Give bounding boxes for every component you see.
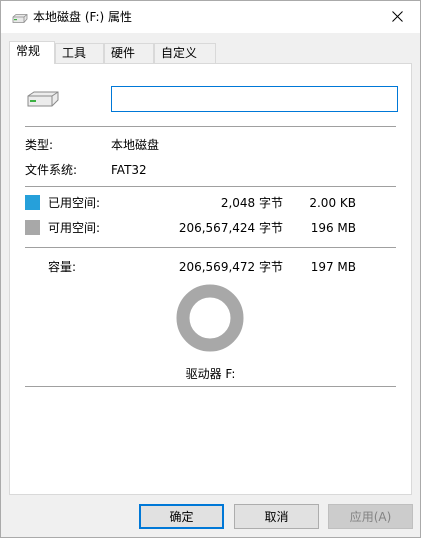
tab-hardware[interactable]: 硬件: [104, 43, 154, 63]
free-space-bytes: 206,567,424 字节: [178, 221, 283, 235]
general-panel: 类型: 本地磁盘 文件系统: FAT32 已用空间: 2,048 字节 2.00…: [9, 63, 412, 495]
tab-customize[interactable]: 自定义: [154, 43, 216, 63]
separator: [25, 386, 396, 387]
usage-donut-chart: [176, 284, 244, 352]
used-space-bytes: 2,048 字节: [220, 196, 283, 210]
type-value: 本地磁盘: [111, 138, 160, 152]
properties-window: 本地磁盘 (F:) 属性 常规 工具 硬件 自定义 类型: 本地磁盘 文件系统:…: [0, 0, 421, 538]
filesystem-label: 文件系统:: [25, 163, 78, 177]
close-icon: [391, 11, 403, 22]
close-button[interactable]: [374, 1, 420, 32]
cancel-button[interactable]: 取消: [234, 504, 319, 529]
capacity-label: 容量:: [48, 260, 77, 274]
free-space-swatch: [25, 220, 40, 235]
drive-caption: 驱动器 F:: [185, 367, 236, 381]
used-space-swatch: [25, 195, 40, 210]
free-space-size: 196 MB: [310, 221, 356, 235]
tab-tools[interactable]: 工具: [55, 43, 104, 63]
ok-button[interactable]: 确定: [139, 504, 224, 529]
window-title: 本地磁盘 (F:) 属性: [33, 10, 133, 24]
drive-icon: [12, 12, 28, 23]
free-space-label: 可用空间:: [48, 221, 101, 235]
separator: [25, 126, 396, 127]
used-space-size: 2.00 KB: [309, 196, 356, 210]
title-bar[interactable]: 本地磁盘 (F:) 属性: [1, 1, 420, 33]
apply-button[interactable]: 应用(A): [328, 504, 413, 529]
free-space-ring: [176, 284, 244, 352]
tab-strip: 常规 工具 硬件 自定义: [9, 41, 412, 64]
separator: [25, 247, 396, 248]
volume-name-input[interactable]: [111, 86, 398, 112]
type-label: 类型:: [25, 138, 54, 152]
filesystem-value: FAT32: [111, 163, 147, 177]
separator: [25, 186, 396, 187]
tab-general[interactable]: 常规: [9, 41, 55, 64]
capacity-size: 197 MB: [310, 260, 356, 274]
drive-large-icon: [27, 91, 59, 107]
used-space-label: 已用空间:: [48, 196, 101, 210]
capacity-bytes: 206,569,472 字节: [178, 260, 283, 274]
